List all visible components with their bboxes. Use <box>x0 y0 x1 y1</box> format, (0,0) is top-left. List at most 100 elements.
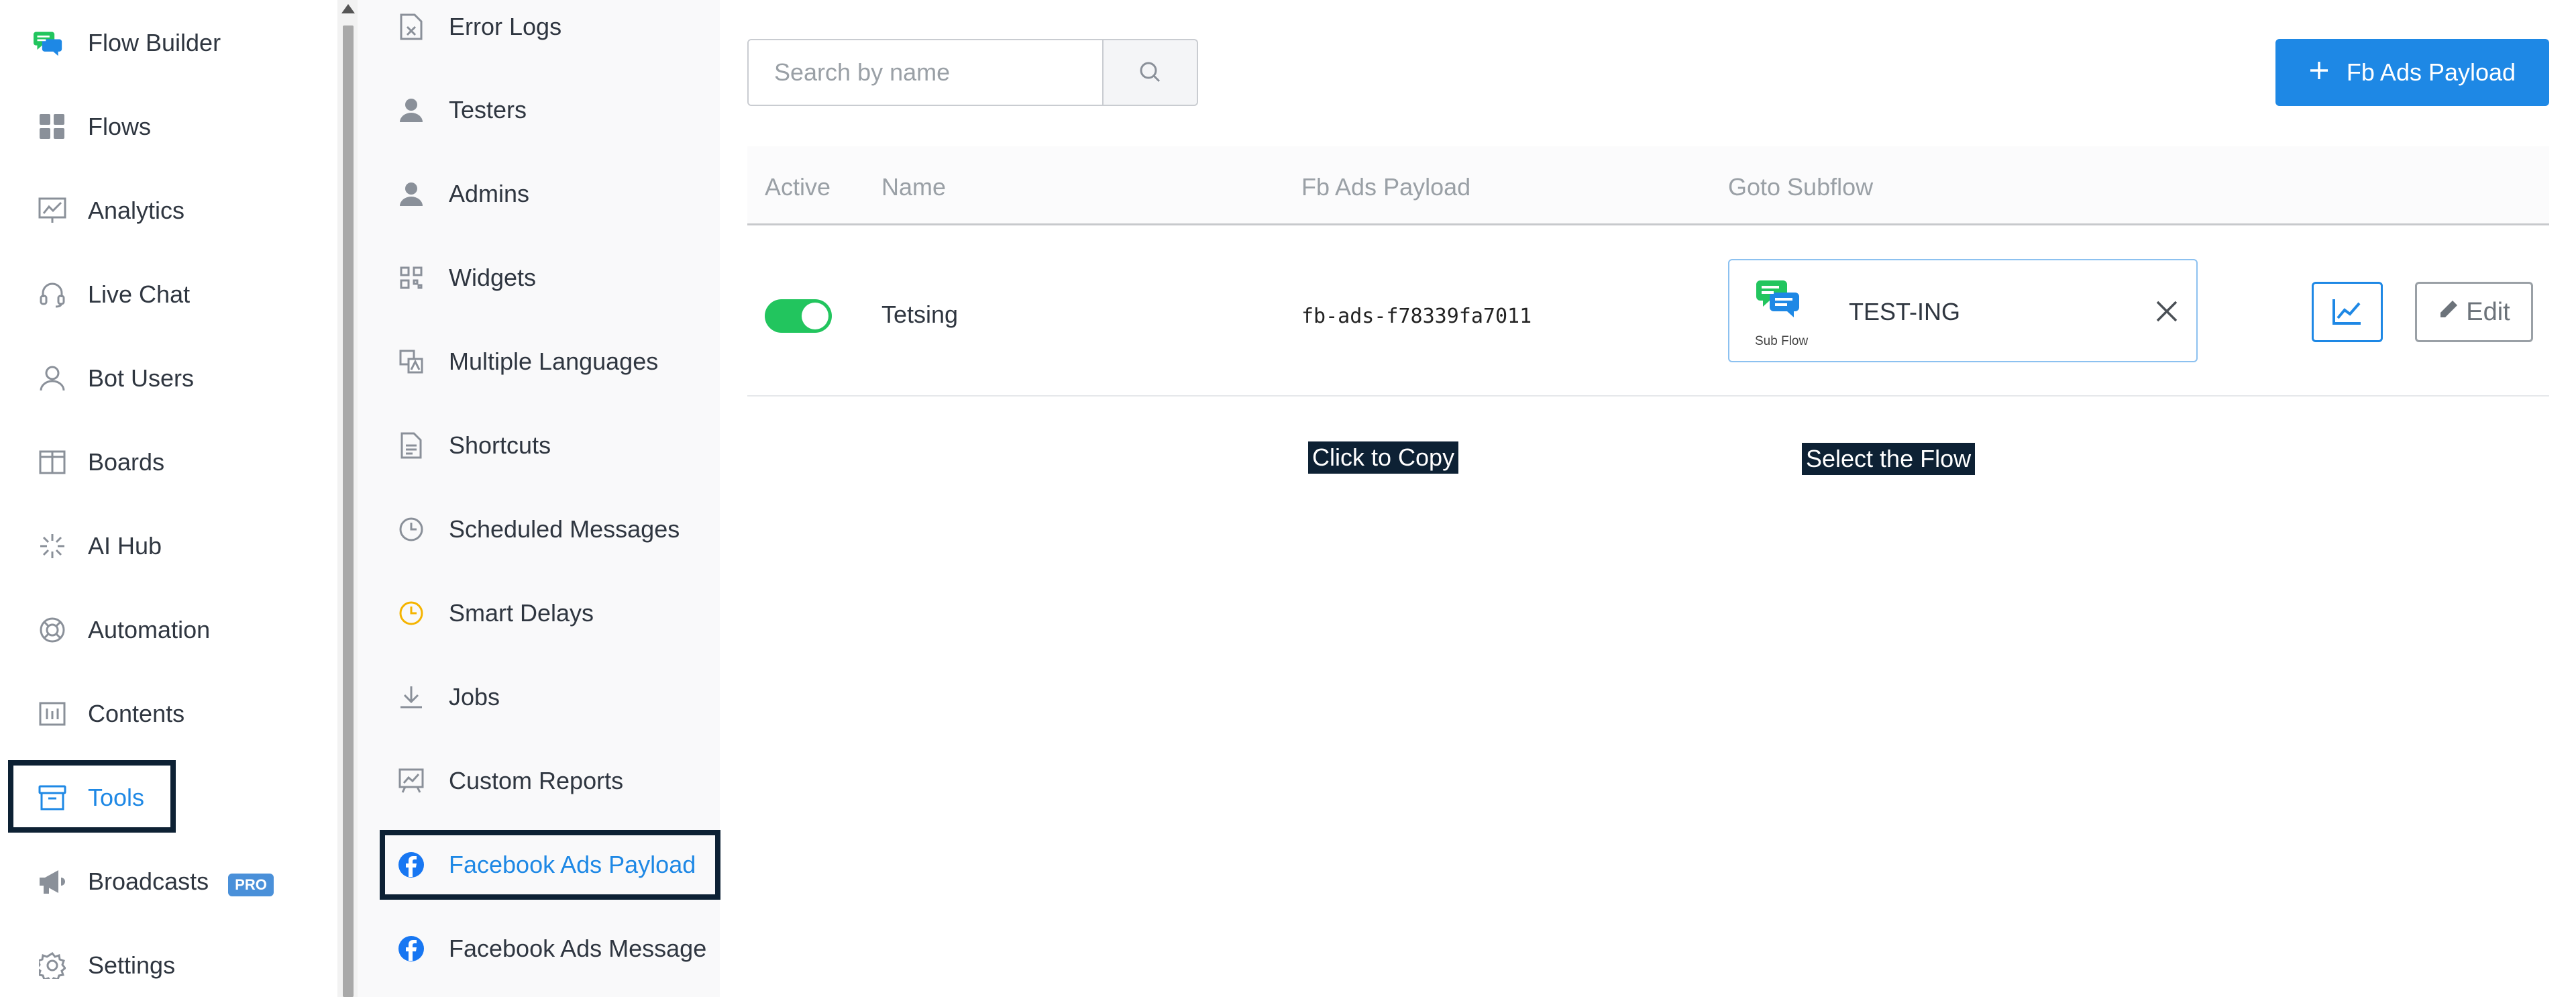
sidebar-item-label: Analytics <box>88 197 185 224</box>
submenu-item-scheduled-messages[interactable]: Scheduled Messages <box>358 496 720 563</box>
subflow-icon <box>1756 278 1799 323</box>
search-button[interactable] <box>1102 40 1197 105</box>
sidebar-item-bot-users[interactable]: Bot Users <box>0 345 337 412</box>
sidebar-scrollbar[interactable] <box>337 0 358 997</box>
sparkle-icon <box>38 531 67 561</box>
subflow-selector[interactable]: Sub Flow TEST-ING <box>1728 259 2198 362</box>
headset-icon <box>38 280 67 309</box>
copy-tooltip: Click to Copy <box>1308 441 1459 474</box>
submenu-item-facebook-ads-message[interactable]: Facebook Ads Message <box>358 915 720 982</box>
row-name: Tetsing <box>881 301 959 328</box>
submenu-item-testers[interactable]: Testers <box>358 76 720 144</box>
sidebar-item-live-chat[interactable]: Live Chat <box>0 261 337 328</box>
main-sidebar: Flow Builder Flows Analytics Live Chat B… <box>0 0 337 997</box>
sidebar-item-label: Broadcasts <box>88 868 209 895</box>
analytics-icon <box>38 196 67 225</box>
submenu-item-label: Error Logs <box>449 13 562 40</box>
column-header-payload[interactable]: Fb Ads Payload <box>1301 173 1470 201</box>
close-icon[interactable] <box>2152 297 2182 326</box>
submenu-item-label: Admins <box>449 180 530 207</box>
submenu-item-label: Custom Reports <box>449 767 624 794</box>
sidebar-item-contents[interactable]: Contents <box>0 680 337 747</box>
submenu-item-multiple-languages[interactable]: Multiple Languages <box>358 328 720 395</box>
submenu-item-label: Shortcuts <box>449 431 551 459</box>
submenu-item-smart-delays[interactable]: Smart Delays <box>358 580 720 647</box>
user-icon <box>38 364 67 393</box>
highlight-facebook-ads-payload <box>380 830 720 900</box>
document-icon <box>398 432 425 459</box>
submenu-item-label: Multiple Languages <box>449 348 659 375</box>
select-flow-tooltip: Select the Flow <box>1802 443 1976 475</box>
submenu-item-label: Widgets <box>449 264 537 291</box>
column-header-active[interactable]: Active <box>765 173 830 201</box>
sidebar-item-label: Contents <box>88 700 185 727</box>
translate-icon <box>398 348 425 375</box>
board-icon <box>38 448 67 477</box>
subflow-caption: Sub Flow <box>1755 334 1809 348</box>
scroll-up-arrow-icon[interactable] <box>341 4 355 13</box>
submenu-item-label: Jobs <box>449 683 500 711</box>
submenu-item-custom-reports[interactable]: Custom Reports <box>358 747 720 815</box>
search-icon <box>1138 60 1161 85</box>
contents-icon <box>38 699 67 729</box>
toggle-knob <box>802 303 828 329</box>
flow-builder-logo-icon <box>34 28 63 58</box>
user-solid-icon <box>398 97 425 123</box>
qr-icon <box>398 264 425 291</box>
sidebar-item-label: Bot Users <box>88 364 195 392</box>
sidebar-item-boards[interactable]: Boards <box>0 429 337 496</box>
sidebar-item-flows[interactable]: Flows <box>0 93 337 160</box>
table-header: Active Name Fb Ads Payload Goto Subflow <box>747 146 2549 225</box>
edit-label: Edit <box>2466 297 2510 326</box>
error-file-icon <box>398 13 425 40</box>
gear-icon <box>38 951 67 980</box>
user-solid-icon <box>398 180 425 207</box>
column-header-subflow[interactable]: Goto Subflow <box>1728 173 1873 201</box>
submenu-item-label: Facebook Ads Message <box>449 935 707 962</box>
download-icon <box>398 684 425 711</box>
sidebar-item-analytics[interactable]: Analytics <box>0 177 337 244</box>
sidebar-item-flow-builder[interactable]: Flow Builder <box>0 9 337 76</box>
pencil-icon <box>2438 298 2459 327</box>
pro-badge: PRO <box>228 874 274 896</box>
sidebar-item-ai-hub[interactable]: AI Hub <box>0 513 337 580</box>
chart-line-icon <box>2332 298 2362 327</box>
stats-button[interactable] <box>2312 282 2383 342</box>
column-header-name[interactable]: Name <box>881 173 946 201</box>
sidebar-item-automation[interactable]: Automation <box>0 596 337 664</box>
submenu-item-jobs[interactable]: Jobs <box>358 664 720 731</box>
sidebar-item-settings[interactable]: Settings <box>0 932 337 997</box>
submenu-item-label: Scheduled Messages <box>449 515 680 543</box>
submenu-item-admins[interactable]: Admins <box>358 160 720 227</box>
megaphone-icon <box>38 867 67 896</box>
submenu-item-label: Smart Delays <box>449 599 594 627</box>
sidebar-item-label: Flow Builder <box>88 29 221 56</box>
payload-table: Active Name Fb Ads Payload Goto Subflow … <box>747 146 2549 475</box>
submenu-item-error-logs[interactable]: Error Logs <box>358 0 720 60</box>
clock-icon <box>398 516 425 543</box>
report-icon <box>398 768 425 794</box>
payload-code[interactable]: fb-ads-f78339fa7011 <box>1301 305 1532 328</box>
table-row: Tetsing fb-ads-f78339fa7011 Click to Cop… <box>747 225 2549 475</box>
clock-yellow-icon <box>398 600 425 627</box>
highlight-tools <box>8 760 176 833</box>
search-input[interactable] <box>749 40 1102 105</box>
facebook-icon <box>398 935 425 962</box>
submenu-item-widgets[interactable]: Widgets <box>358 244 720 311</box>
active-toggle[interactable] <box>765 299 832 333</box>
search-bar <box>747 39 1198 106</box>
sidebar-item-label: Flows <box>88 113 152 140</box>
lifebuoy-icon <box>38 615 67 645</box>
sidebar-item-label: AI Hub <box>88 532 162 560</box>
submenu-item-label: Testers <box>449 96 527 123</box>
subflow-name: TEST-ING <box>1849 298 1961 325</box>
scroll-thumb[interactable] <box>343 25 354 997</box>
grid-icon <box>38 112 67 142</box>
submenu-item-shortcuts[interactable]: Shortcuts <box>358 412 720 479</box>
sidebar-item-label: Boards <box>88 448 165 476</box>
sidebar-item-broadcasts[interactable]: Broadcasts <box>0 848 337 915</box>
edit-button[interactable]: Edit <box>2415 282 2533 342</box>
add-fb-ads-payload-button[interactable]: Fb Ads Payload <box>2275 39 2549 106</box>
sidebar-item-label: Live Chat <box>88 280 191 308</box>
plus-icon <box>2309 58 2329 87</box>
